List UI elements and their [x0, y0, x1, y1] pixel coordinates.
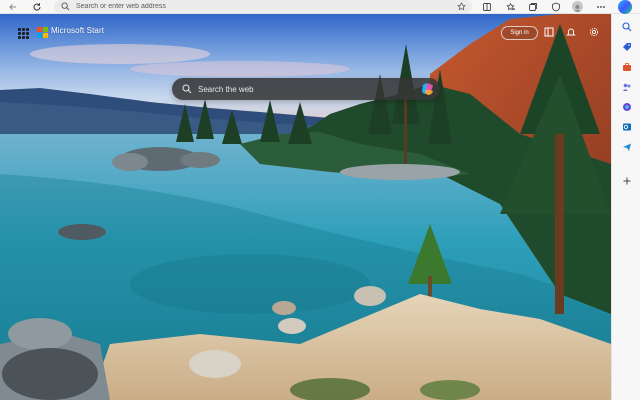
brand-label[interactable]: Microsoft Start [51, 26, 104, 35]
web-search-box[interactable] [172, 78, 440, 100]
browser-essentials-icon [552, 2, 560, 12]
background-image [0, 14, 611, 400]
outlook-icon [622, 123, 631, 130]
split-screen-icon [483, 3, 491, 11]
sidebar-telegram-button[interactable] [620, 140, 633, 153]
page-layout-icon [544, 27, 554, 37]
send-icon [622, 143, 631, 151]
more-icon [597, 6, 605, 8]
new-tab-page: Microsoft Start Sign in [0, 14, 611, 400]
edge-sidebar [611, 14, 640, 400]
extensions-button[interactable] [549, 0, 563, 14]
search-icon [182, 84, 192, 94]
sidebar-add-button[interactable] [620, 174, 633, 187]
gear-icon [589, 27, 599, 37]
collections-button[interactable] [526, 0, 540, 14]
copilot-icon [622, 102, 631, 111]
favorites-icon [506, 2, 515, 11]
sidebar-tools-button[interactable] [620, 60, 633, 73]
search-icon [61, 2, 70, 11]
address-input[interactable] [76, 0, 436, 13]
profile-avatar[interactable] [572, 1, 583, 12]
browser-window: Microsoft Start Sign in [0, 0, 640, 400]
apps-grid-icon[interactable] [18, 28, 29, 39]
star-icon[interactable] [457, 2, 466, 11]
sidebar-games-button[interactable] [620, 80, 633, 93]
collections-icon [529, 3, 537, 11]
sign-in-button[interactable]: Sign in [501, 26, 538, 40]
layout-button[interactable] [543, 25, 555, 39]
address-bar[interactable] [54, 0, 472, 13]
search-input[interactable] [198, 78, 408, 100]
notifications-button[interactable] [565, 25, 577, 39]
plus-icon [623, 177, 630, 184]
user-icon [573, 4, 582, 12]
browser-toolbar [0, 0, 640, 14]
reading-view-button[interactable] [480, 0, 494, 14]
more-button[interactable] [594, 0, 608, 14]
sidebar-outlook-button[interactable] [620, 120, 633, 133]
back-button[interactable] [6, 0, 20, 14]
refresh-button[interactable] [30, 0, 44, 14]
shopping-tag-icon [622, 42, 631, 51]
back-arrow-icon [9, 4, 16, 10]
copilot-icon[interactable] [420, 81, 436, 97]
search-icon [621, 21, 631, 31]
toolbox-icon [622, 62, 631, 71]
favorites-button[interactable] [504, 0, 518, 14]
sidebar-search-button[interactable] [620, 20, 633, 33]
bell-icon [566, 28, 576, 36]
microsoft-logo-icon [37, 27, 48, 38]
copilot-icon[interactable] [618, 0, 632, 14]
page-settings-button[interactable] [588, 25, 600, 39]
sidebar-shopping-button[interactable] [620, 40, 633, 53]
refresh-icon [33, 3, 41, 11]
sidebar-copilot-button[interactable] [620, 100, 633, 113]
people-icon [622, 83, 630, 91]
